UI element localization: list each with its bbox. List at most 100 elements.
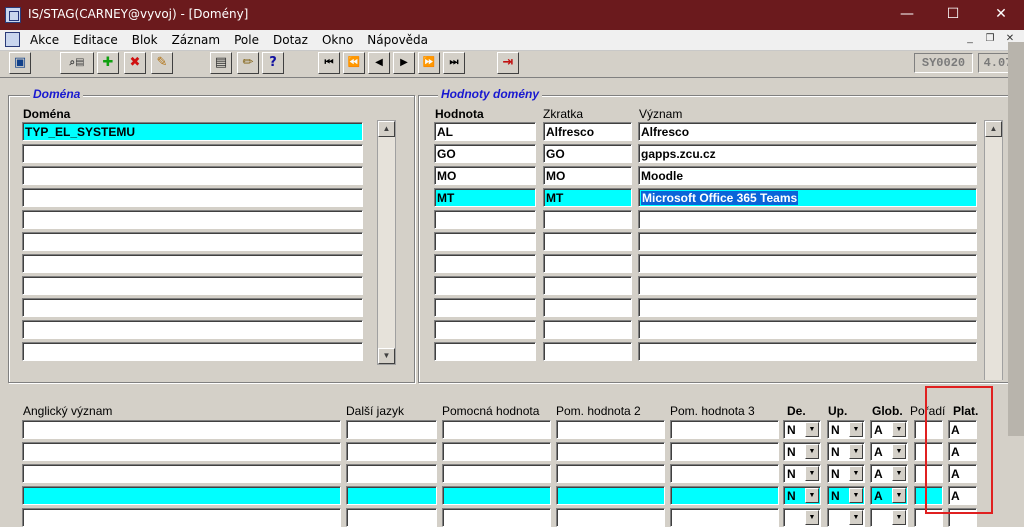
pom3-field[interactable] bbox=[670, 464, 779, 483]
de-select[interactable]: N ▼ bbox=[783, 464, 821, 483]
domena-scrollbar[interactable]: ▲ ▼ bbox=[377, 120, 396, 365]
zkratka-field[interactable] bbox=[543, 254, 632, 273]
pomocna-field[interactable] bbox=[442, 508, 551, 527]
scroll-up-icon[interactable]: ▲ bbox=[985, 121, 1002, 137]
vyznam-field[interactable]: Alfresco bbox=[638, 122, 977, 141]
anglicky-field[interactable] bbox=[22, 486, 341, 505]
anglicky-field[interactable] bbox=[22, 442, 341, 461]
form-minimize-icon[interactable]: _ bbox=[962, 32, 978, 47]
vyznam-field[interactable] bbox=[638, 276, 977, 295]
hodnota-field[interactable]: GO bbox=[434, 144, 536, 163]
dalsi-jazyk-field[interactable] bbox=[346, 420, 437, 439]
pom2-field[interactable] bbox=[556, 442, 665, 461]
dalsi-jazyk-field[interactable] bbox=[346, 486, 437, 505]
vyznam-field[interactable] bbox=[638, 298, 977, 317]
domena-field[interactable] bbox=[22, 254, 363, 273]
dalsi-jazyk-field[interactable] bbox=[346, 442, 437, 461]
menu-napoveda[interactable]: Nápověda bbox=[365, 33, 430, 47]
domena-field[interactable]: TYP_EL_SYSTEMU bbox=[22, 122, 363, 141]
previous-block-icon[interactable]: ⏪ bbox=[343, 52, 365, 74]
window-scrollbar[interactable] bbox=[1008, 42, 1024, 436]
previous-record-icon[interactable]: ◀ bbox=[368, 52, 390, 74]
edit-icon[interactable]: ✏ bbox=[237, 52, 259, 74]
chevron-down-icon[interactable]: ▼ bbox=[805, 466, 819, 481]
up-select[interactable]: N ▼ bbox=[827, 464, 865, 483]
chevron-down-icon[interactable]: ▼ bbox=[849, 466, 863, 481]
next-block-icon[interactable]: ⏩ bbox=[418, 52, 440, 74]
delete-record-icon[interactable]: ✖ bbox=[124, 52, 146, 74]
form-icon[interactable] bbox=[5, 32, 20, 47]
vyznam-field[interactable]: gapps.zcu.cz bbox=[638, 144, 977, 163]
up-select[interactable]: N ▼ bbox=[827, 442, 865, 461]
de-select[interactable]: N ▼ bbox=[783, 442, 821, 461]
chevron-down-icon[interactable]: ▼ bbox=[805, 444, 819, 459]
vyznam-field[interactable] bbox=[638, 254, 977, 273]
anglicky-field[interactable] bbox=[22, 508, 341, 527]
help-icon[interactable]: ? bbox=[262, 52, 284, 74]
close-button[interactable]: ✕ bbox=[978, 0, 1024, 30]
domena-field[interactable] bbox=[22, 276, 363, 295]
up-select[interactable]: ▼ bbox=[827, 508, 865, 527]
zkratka-field[interactable]: MT bbox=[543, 188, 632, 207]
chevron-down-icon[interactable]: ▼ bbox=[849, 488, 863, 503]
hodnota-field[interactable] bbox=[434, 298, 536, 317]
glob-select[interactable]: A ▼ bbox=[870, 486, 908, 505]
insert-record-icon[interactable]: ✚ bbox=[97, 52, 119, 74]
pom2-field[interactable] bbox=[556, 464, 665, 483]
zkratka-field[interactable]: MO bbox=[543, 166, 632, 185]
domena-field[interactable] bbox=[22, 166, 363, 185]
hodnota-field[interactable]: MO bbox=[434, 166, 536, 185]
pom3-field[interactable] bbox=[670, 508, 779, 527]
zkratka-field[interactable] bbox=[543, 232, 632, 251]
minimize-button[interactable]: — bbox=[884, 0, 930, 30]
up-select[interactable]: N ▼ bbox=[827, 486, 865, 505]
zkratka-field[interactable] bbox=[543, 320, 632, 339]
scroll-up-icon[interactable]: ▲ bbox=[378, 121, 395, 137]
chevron-down-icon[interactable]: ▼ bbox=[892, 422, 906, 437]
hodnota-field[interactable] bbox=[434, 342, 536, 361]
domena-field[interactable] bbox=[22, 320, 363, 339]
zkratka-field[interactable] bbox=[543, 210, 632, 229]
maximize-button[interactable]: ☐ bbox=[930, 0, 976, 30]
domena-field[interactable] bbox=[22, 232, 363, 251]
hodnota-field[interactable] bbox=[434, 320, 536, 339]
pom3-field[interactable] bbox=[670, 486, 779, 505]
pom2-field[interactable] bbox=[556, 486, 665, 505]
menu-pole[interactable]: Pole bbox=[232, 33, 261, 47]
scroll-down-icon[interactable]: ▼ bbox=[378, 348, 395, 364]
de-select[interactable]: ▼ bbox=[783, 508, 821, 527]
pom3-field[interactable] bbox=[670, 442, 779, 461]
menu-dotaz[interactable]: Dotaz bbox=[271, 33, 310, 47]
menu-zaznam[interactable]: Záznam bbox=[170, 33, 223, 47]
de-select[interactable]: N ▼ bbox=[783, 420, 821, 439]
domena-field[interactable] bbox=[22, 210, 363, 229]
dalsi-jazyk-field[interactable] bbox=[346, 464, 437, 483]
vyznam-field[interactable]: Microsoft Office 365 Teams bbox=[638, 188, 977, 207]
vyznam-field[interactable] bbox=[638, 232, 977, 251]
chevron-down-icon[interactable]: ▼ bbox=[849, 444, 863, 459]
vyznam-field[interactable] bbox=[638, 342, 977, 361]
next-record-icon[interactable]: ▶ bbox=[393, 52, 415, 74]
up-select[interactable]: N ▼ bbox=[827, 420, 865, 439]
vyznam-field[interactable] bbox=[638, 210, 977, 229]
menu-okno[interactable]: Okno bbox=[320, 33, 355, 47]
chevron-down-icon[interactable]: ▼ bbox=[849, 422, 863, 437]
domena-field[interactable] bbox=[22, 342, 363, 361]
hodnota-field[interactable] bbox=[434, 276, 536, 295]
chevron-down-icon[interactable]: ▼ bbox=[892, 488, 906, 503]
chevron-down-icon[interactable]: ▼ bbox=[892, 510, 906, 525]
hodnota-field[interactable]: MT bbox=[434, 188, 536, 207]
last-record-icon[interactable]: ⏭ bbox=[443, 52, 465, 74]
anglicky-field[interactable] bbox=[22, 420, 341, 439]
chevron-down-icon[interactable]: ▼ bbox=[892, 444, 906, 459]
menu-akce[interactable]: Akce bbox=[28, 33, 61, 47]
hodnota-field[interactable] bbox=[434, 232, 536, 251]
pom2-field[interactable] bbox=[556, 420, 665, 439]
zkratka-field[interactable]: Alfresco bbox=[543, 122, 632, 141]
clear-record-icon[interactable]: ✎ bbox=[151, 52, 173, 74]
menu-editace[interactable]: Editace bbox=[71, 33, 120, 47]
chevron-down-icon[interactable]: ▼ bbox=[805, 422, 819, 437]
zkratka-field[interactable]: GO bbox=[543, 144, 632, 163]
glob-select[interactable]: A ▼ bbox=[870, 420, 908, 439]
form-restore-icon[interactable]: ❐ bbox=[982, 32, 998, 47]
